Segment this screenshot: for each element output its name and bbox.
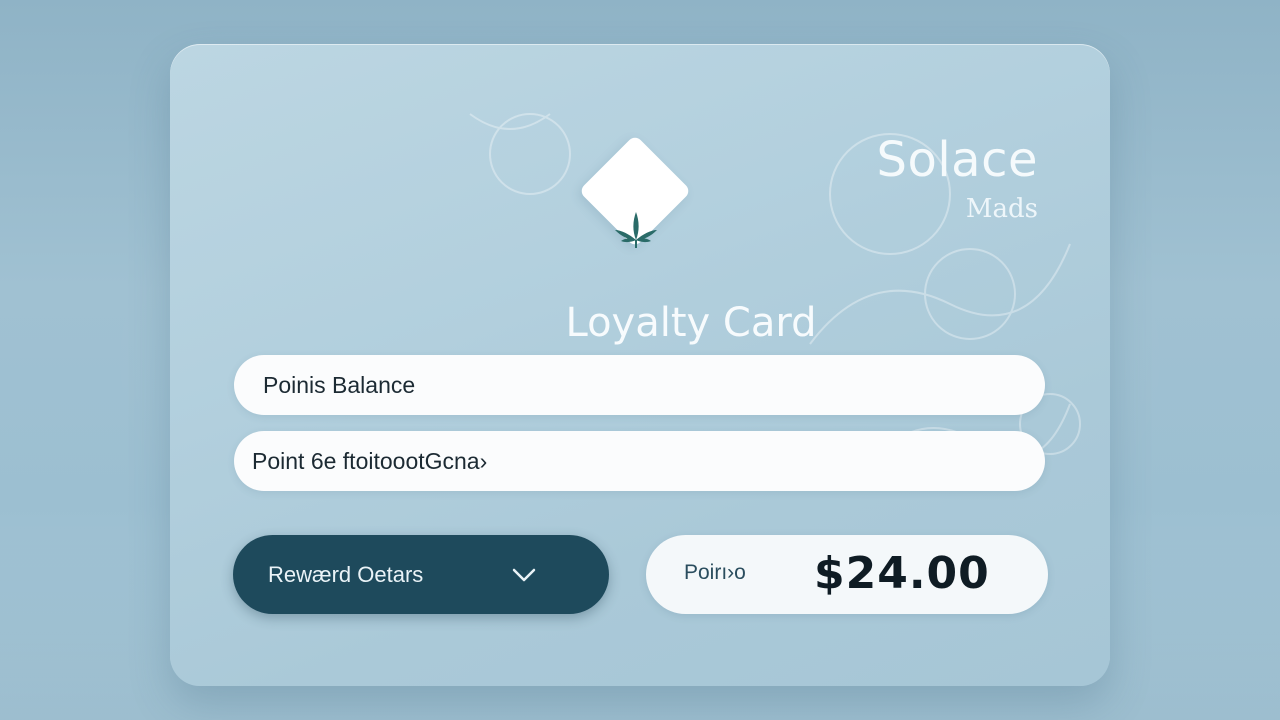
brand-lockup: Solace Mads — [876, 136, 1038, 224]
points-detail-label: Point 6e ftoitoootGcna› — [252, 447, 488, 474]
loyalty-card: Solace Mads Loyalty Card Poinis Balance … — [170, 44, 1110, 686]
points-balance-field[interactable]: Poinis Balance — [234, 355, 1045, 415]
points-balance-label: Poinis Balance — [263, 371, 416, 398]
card-title: Loyalty Card — [565, 300, 817, 346]
reward-details-button[interactable]: Rewærd Oetars — [233, 535, 609, 614]
brand-subtitle: Mads — [965, 194, 1038, 224]
points-label: Poirı›o — [684, 561, 746, 584]
points-value-display: Poirı›o $24.00 — [646, 535, 1048, 614]
points-amount: $24.00 — [814, 548, 990, 599]
cannabis-leaf-icon — [615, 212, 657, 248]
reward-button-label: Rewærd Oetars — [268, 561, 424, 587]
points-detail-field[interactable]: Point 6e ftoitoootGcna› — [234, 431, 1045, 491]
brand-name: Solace — [876, 132, 1038, 188]
chevron-down-icon — [512, 568, 536, 582]
